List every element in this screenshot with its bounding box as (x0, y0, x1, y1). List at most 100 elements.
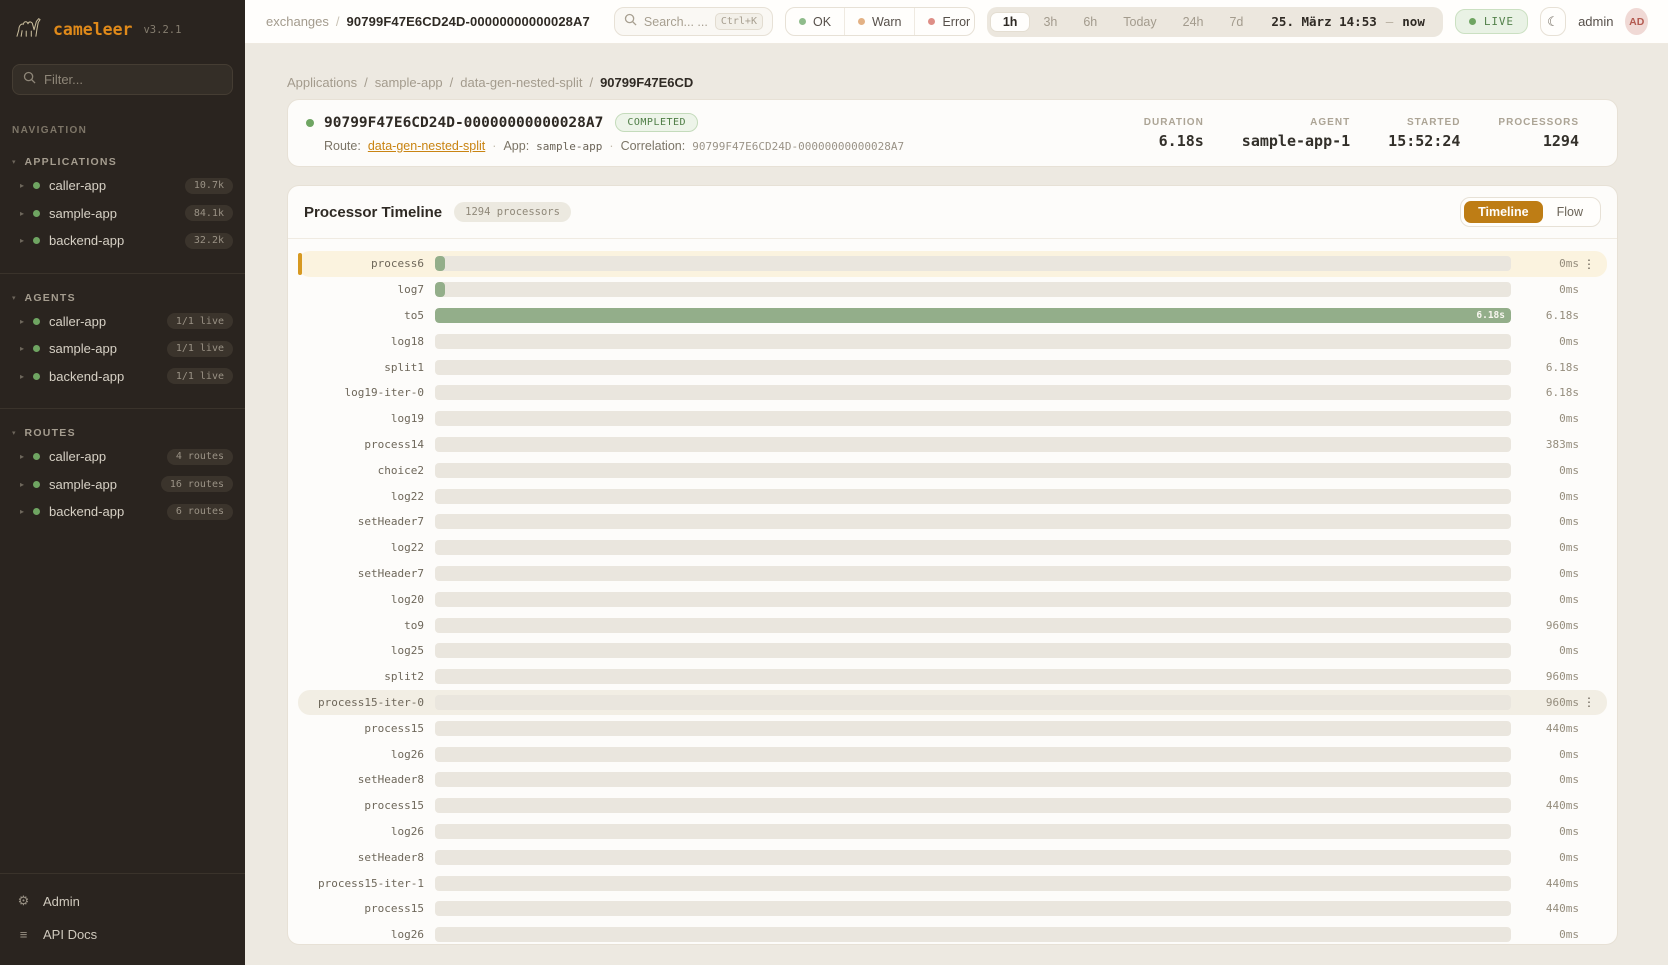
page-breadcrumb-item[interactable]: data-gen-nested-split (460, 75, 582, 90)
status-filter-error[interactable]: Error (914, 8, 974, 35)
processor-name: log18 (306, 335, 424, 348)
timeline-row[interactable]: log260ms⋮ (298, 922, 1607, 948)
sidebar-item-caller-app[interactable]: ▸caller-app1/1 live (0, 308, 245, 336)
time-range-3h[interactable]: 3h (1030, 12, 1070, 32)
timeline-row[interactable]: log260ms⋮ (298, 741, 1607, 767)
sidebar-item-sample-app[interactable]: ▸sample-app1/1 live (0, 335, 245, 363)
sidebar-group-header[interactable]: ▾APPLICATIONS (0, 152, 245, 172)
timeline-row[interactable]: split16.18s⋮ (298, 354, 1607, 380)
duration-value: 6.18s (1523, 309, 1579, 322)
global-search[interactable]: Search... ... Ctrl+K (614, 7, 773, 36)
filter-input[interactable] (44, 72, 222, 87)
sidebar-group-header[interactable]: ▾AGENTS (0, 288, 245, 308)
timeline-row[interactable]: log200ms⋮ (298, 586, 1607, 612)
sidebar-item-sample-app[interactable]: ▸sample-app16 routes (0, 471, 245, 499)
route-link[interactable]: data-gen-nested-split (368, 139, 485, 153)
timeline-row[interactable]: process15-iter-1440ms⋮ (298, 870, 1607, 896)
duration-value: 960ms (1523, 619, 1579, 632)
status-filter-warn[interactable]: Warn (844, 8, 914, 35)
sidebar-footer-api-docs[interactable]: ≡API Docs (0, 918, 245, 951)
timeline-row[interactable]: process15440ms⋮ (298, 793, 1607, 819)
processor-name: log7 (306, 283, 424, 296)
live-toggle[interactable]: LIVE (1455, 9, 1528, 34)
page-breadcrumb-separator: / (589, 75, 593, 90)
timeline-row[interactable]: process14383ms⋮ (298, 432, 1607, 458)
gear-icon: ⚙ (16, 893, 31, 909)
app-root: cameleer v3.2.1 NAVIGATION ▾APPLICATIONS… (0, 0, 1668, 965)
timeline-row[interactable]: setHeader80ms⋮ (298, 767, 1607, 793)
theme-toggle-button[interactable]: ☾ (1540, 7, 1566, 36)
timeline-row[interactable]: log220ms⋮ (298, 483, 1607, 509)
sidebar-item-caller-app[interactable]: ▸caller-app10.7k (0, 172, 245, 200)
status-dot-icon (928, 18, 935, 25)
live-dot-icon (1469, 18, 1476, 25)
time-range-24h[interactable]: 24h (1170, 12, 1217, 32)
stat-value: 1294 (1498, 132, 1579, 150)
processor-timeline-card: Processor Timeline 1294 processors Timel… (287, 185, 1618, 945)
sidebar-item-label: sample-app (49, 341, 117, 356)
meta-separator: · (492, 139, 496, 153)
page-breadcrumb-item[interactable]: sample-app (375, 75, 443, 90)
timeline-row[interactable]: process60ms⋮ (298, 251, 1607, 277)
timeline-row[interactable]: process15440ms⋮ (298, 715, 1607, 741)
timeline-row[interactable]: log220ms⋮ (298, 535, 1607, 561)
camel-logo-icon (14, 15, 44, 44)
duration-track (435, 927, 1511, 942)
timeline-row[interactable]: log190ms⋮ (298, 406, 1607, 432)
avatar[interactable]: AD (1625, 8, 1648, 35)
logo-row[interactable]: cameleer v3.2.1 (0, 0, 245, 57)
timeline-row[interactable]: setHeader80ms⋮ (298, 844, 1607, 870)
duration-track (435, 334, 1511, 349)
sidebar-item-backend-app[interactable]: ▸backend-app1/1 live (0, 363, 245, 391)
view-tab-timeline[interactable]: Timeline (1464, 201, 1542, 223)
kebab-menu-icon[interactable]: ⋮ (1579, 257, 1599, 271)
time-display[interactable]: 25. März 14:53—now (1256, 14, 1439, 29)
meta-separator: · (609, 139, 613, 153)
sidebar-filter[interactable] (12, 64, 233, 95)
timeline-row[interactable]: log70ms⋮ (298, 277, 1607, 303)
timeline-row[interactable]: log19-iter-06.18s⋮ (298, 380, 1607, 406)
kebab-menu-icon[interactable]: ⋮ (1579, 695, 1599, 709)
duration-value: 440ms (1523, 902, 1579, 915)
time-range-today[interactable]: Today (1110, 12, 1169, 32)
time-range-6h[interactable]: 6h (1070, 12, 1110, 32)
sidebar-footer-admin[interactable]: ⚙ Admin (0, 884, 245, 918)
sidebar-item-badge: 16 routes (161, 476, 233, 492)
timeline-row[interactable]: log260ms⋮ (298, 819, 1607, 845)
sidebar-item-backend-app[interactable]: ▸backend-app6 routes (0, 498, 245, 526)
processor-name: setHeader7 (306, 515, 424, 528)
status-filter-label: Error (942, 15, 970, 29)
duration-value: 0ms (1523, 928, 1579, 941)
sidebar-item-backend-app[interactable]: ▸backend-app32.2k (0, 227, 245, 255)
duration-track: 6.18s (435, 308, 1511, 323)
time-range-1h[interactable]: 1h (990, 12, 1031, 32)
timeline-row[interactable]: choice20ms⋮ (298, 457, 1607, 483)
processor-count-badge: 1294 processors (454, 202, 571, 222)
view-tab-flow[interactable]: Flow (1543, 201, 1597, 223)
sidebar-footer-label: Admin (43, 894, 80, 909)
timeline-row[interactable]: log250ms⋮ (298, 638, 1607, 664)
timeline-row[interactable]: setHeader70ms⋮ (298, 561, 1607, 587)
timeline-row[interactable]: setHeader70ms⋮ (298, 509, 1607, 535)
sidebar-item-caller-app[interactable]: ▸caller-app4 routes (0, 443, 245, 471)
duration-value: 0ms (1523, 773, 1579, 786)
status-filter-label: OK (813, 15, 831, 29)
status-filter-ok[interactable]: OK (786, 8, 844, 35)
stat-value: 6.18s (1144, 132, 1204, 150)
time-range-7d[interactable]: 7d (1216, 12, 1256, 32)
user-name[interactable]: admin (1578, 14, 1613, 29)
chevron-down-icon: ▾ (12, 294, 16, 302)
page-breadcrumb-item[interactable]: Applications (287, 75, 357, 90)
timeline-row[interactable]: process15440ms⋮ (298, 896, 1607, 922)
sidebar-item-label: sample-app (49, 206, 117, 221)
timeline-row[interactable]: to56.18s6.18s⋮ (298, 303, 1607, 329)
timeline-row[interactable]: to9960ms⋮ (298, 612, 1607, 638)
status-dot-icon (858, 18, 865, 25)
sidebar-group-header[interactable]: ▾ROUTES (0, 423, 245, 443)
sidebar-item-sample-app[interactable]: ▸sample-app84.1k (0, 200, 245, 228)
timeline-row[interactable]: process15-iter-0960ms⋮ (298, 690, 1607, 716)
breadcrumb-section[interactable]: exchanges (266, 14, 329, 29)
timeline-row[interactable]: log180ms⋮ (298, 328, 1607, 354)
timeline-row[interactable]: split2960ms⋮ (298, 664, 1607, 690)
topbar: exchanges / 90799F47E6CD24D-000000000000… (245, 0, 1668, 44)
